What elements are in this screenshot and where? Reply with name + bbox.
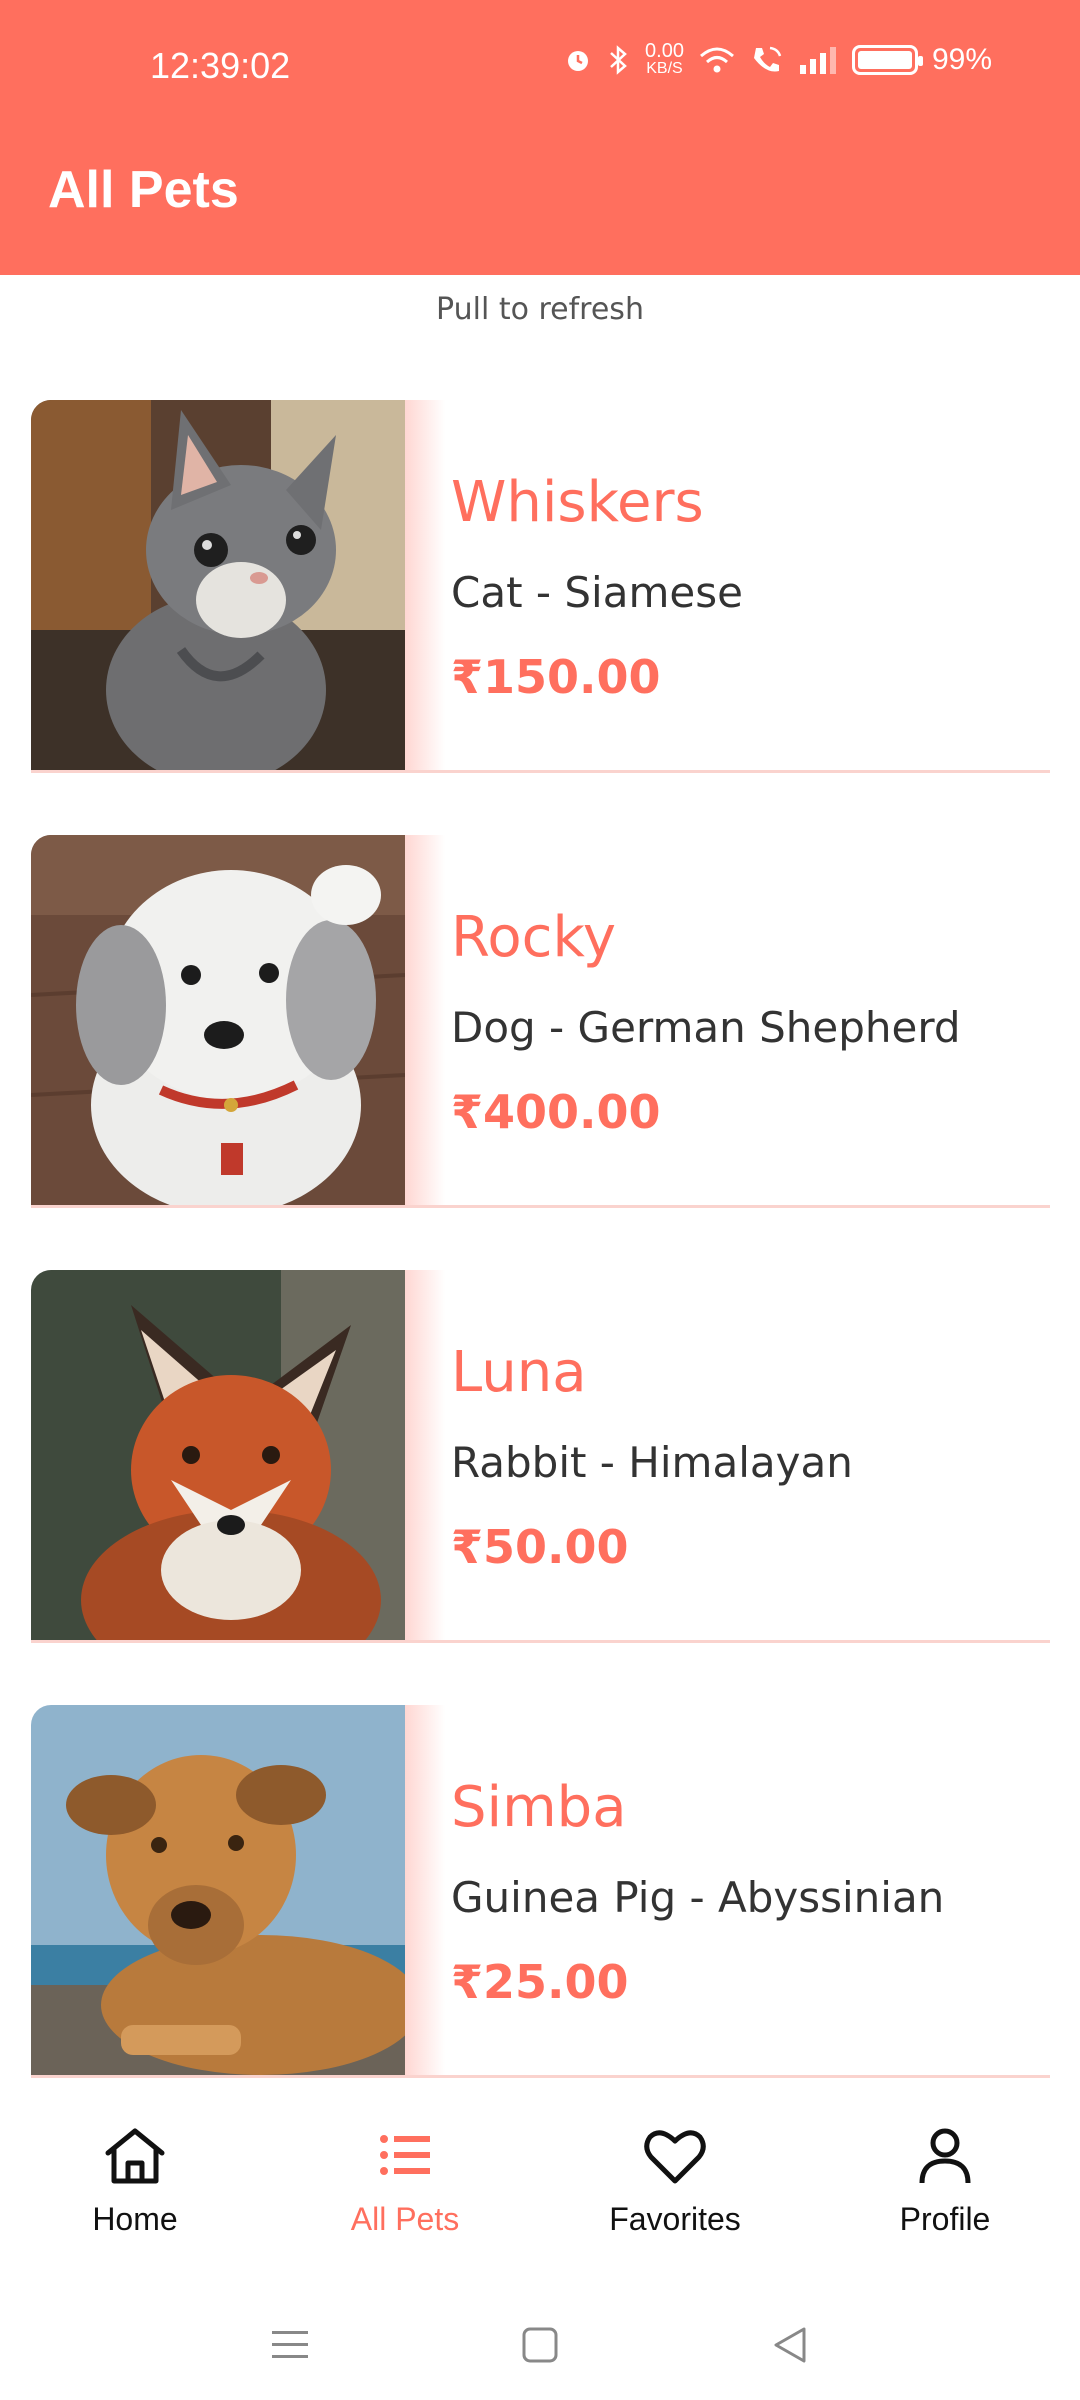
- network-speed-unit: KB/S: [646, 60, 683, 77]
- pet-breed: Dog - German Shepherd: [451, 1003, 961, 1052]
- pet-photo: [31, 1270, 405, 1640]
- nav-home-label: Home: [92, 2201, 178, 2237]
- bluetooth-icon: [610, 45, 627, 75]
- battery-icon: [851, 45, 923, 75]
- system-navigation-bar: [0, 2290, 1080, 2400]
- pet-price: ₹400.00: [451, 1085, 661, 1139]
- network-speed: 0.00 KB/S: [645, 40, 684, 78]
- pet-price: ₹150.00: [451, 650, 661, 704]
- nav-profile-label: Profile: [899, 2201, 991, 2237]
- home-square-icon[interactable]: [520, 2325, 560, 2365]
- app-header: 12:39:02 0.00 KB/S 99% All Pets: [0, 0, 1080, 275]
- card-divider-glow: [405, 400, 445, 770]
- pet-photo: [31, 400, 405, 770]
- status-time: 12:39:02: [150, 45, 291, 86]
- back-icon[interactable]: [770, 2325, 810, 2365]
- nav-profile[interactable]: Profile: [810, 2090, 1080, 2290]
- signal-icon: [799, 47, 836, 74]
- nav-home[interactable]: Home: [0, 2090, 270, 2290]
- card-divider-glow: [405, 1270, 445, 1640]
- nav-favorites[interactable]: Favorites: [540, 2090, 810, 2290]
- pet-card[interactable]: Rocky Dog - German Shepherd ₹400.00: [31, 835, 1050, 1208]
- pet-name: Simba: [451, 1775, 627, 1840]
- nav-all-pets[interactable]: All Pets: [270, 2090, 540, 2290]
- wifi-calling-icon: [753, 46, 782, 72]
- list-icon: [380, 2135, 430, 2175]
- pet-photo: [31, 835, 405, 1205]
- heart-icon: [644, 2130, 706, 2184]
- card-divider-glow: [405, 1705, 445, 2075]
- pet-breed: Cat - Siamese: [451, 568, 743, 617]
- pet-name: Luna: [451, 1340, 587, 1405]
- pet-card[interactable]: Whiskers Cat - Siamese ₹150.00: [31, 400, 1050, 773]
- page-title: All Pets: [48, 161, 239, 219]
- pet-breed: Guinea Pig - Abyssinian: [451, 1873, 945, 1922]
- status-icons: 0.00 KB/S 99%: [563, 40, 992, 78]
- nav-favorites-label: Favorites: [609, 2201, 741, 2237]
- person-icon: [919, 2128, 971, 2184]
- pull-to-refresh-hint: Pull to refresh: [436, 292, 644, 327]
- pet-list[interactable]: Whiskers Cat - Siamese ₹150.00 Rocky Dog…: [31, 400, 1050, 2140]
- battery-percent: 99%: [931, 43, 992, 76]
- wifi-icon: [699, 47, 734, 73]
- alarm-icon: [568, 51, 589, 71]
- menu-icon[interactable]: [270, 2327, 310, 2363]
- pet-breed: Rabbit - Himalayan: [451, 1438, 853, 1487]
- card-divider-glow: [405, 835, 445, 1205]
- pet-name: Whiskers: [451, 470, 704, 535]
- pet-card[interactable]: Luna Rabbit - Himalayan ₹50.00: [31, 1270, 1050, 1643]
- network-speed-value: 0.00: [645, 40, 684, 62]
- pet-price: ₹25.00: [451, 1955, 629, 2009]
- pet-price: ₹50.00: [451, 1520, 629, 1574]
- pet-name: Rocky: [451, 905, 617, 970]
- bottom-navigation: Home All Pets Favorites Profile: [0, 2090, 1080, 2290]
- home-icon: [105, 2128, 165, 2184]
- nav-all-pets-label: All Pets: [350, 2201, 460, 2237]
- pet-photo: [31, 1705, 405, 2075]
- pet-card[interactable]: Simba Guinea Pig - Abyssinian ₹25.00: [31, 1705, 1050, 2078]
